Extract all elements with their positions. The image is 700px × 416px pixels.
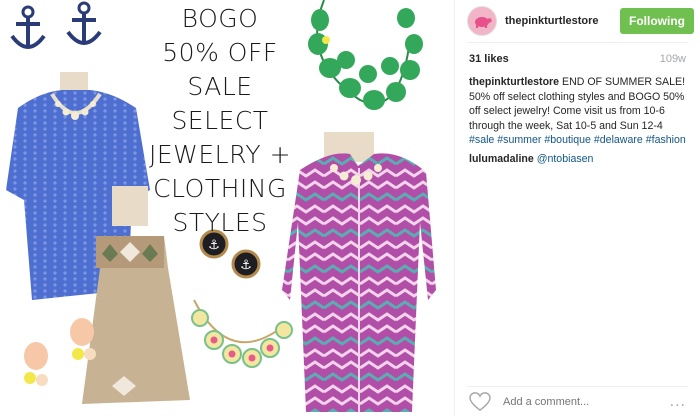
hashtag-link[interactable]: #summer <box>497 134 541 146</box>
chevron-tunic <box>282 132 436 413</box>
comment-username[interactable]: lulumadaline <box>469 153 534 165</box>
green-necklace <box>308 0 423 110</box>
post-time[interactable]: 109w <box>660 53 686 65</box>
hashtag-link[interactable]: #boutique <box>544 134 591 146</box>
caption-username[interactable]: thepinkturtlestore <box>469 76 559 88</box>
svg-text:⚓: ⚓ <box>240 258 252 273</box>
following-button[interactable]: Following <box>620 8 694 34</box>
promo-line: JEWELRY + <box>148 140 292 169</box>
post-caption: thepinkturtlestore END OF SUMMER SALE! 5… <box>455 65 700 148</box>
anchor-earring-icon <box>66 1 102 45</box>
daisy-necklace <box>191 299 293 368</box>
comment-mention-link[interactable]: @ntobiasen <box>537 153 594 165</box>
post-sidebar: thepinkturtlestore Following 31 likes 10… <box>454 0 700 416</box>
svg-text:⚓: ⚓ <box>208 238 220 253</box>
hashtag-link[interactable]: #sale <box>469 134 494 146</box>
promo-line: STYLES <box>172 208 268 237</box>
avatar[interactable] <box>467 6 497 36</box>
anchor-earring-icon <box>10 5 46 49</box>
promo-line: BOGO <box>181 4 259 33</box>
comment-item: lulumadaline @ntobiasen <box>455 148 700 166</box>
hashtag-link[interactable]: #delaware <box>594 134 643 146</box>
comment-bar: ... <box>467 386 688 416</box>
add-comment-input[interactable] <box>503 395 670 408</box>
likes-row: 31 likes 109w <box>455 43 700 65</box>
post-header: thepinkturtlestore Following <box>455 0 700 42</box>
promo-text: BOGO 50% OFF SALE SELECT JEWELRY + CLOTH… <box>140 2 300 240</box>
hashtag-link[interactable]: #fashion <box>646 134 686 146</box>
post-photo[interactable]: ⚓ ⚓ BOGO 50% OFF SALE SELECT JEWELRY + C… <box>0 0 454 416</box>
turtle-logo-icon <box>475 17 492 28</box>
promo-line: 50% OFF <box>162 38 278 67</box>
more-options-icon[interactable]: ... <box>670 393 688 411</box>
likes-count[interactable]: 31 likes <box>469 53 509 65</box>
pastel-earrings <box>24 318 96 386</box>
promo-line: SALE SELECT <box>171 72 269 135</box>
heart-icon[interactable] <box>469 391 491 412</box>
post-username[interactable]: thepinkturtlestore <box>505 15 599 27</box>
promo-line: CLOTHING <box>153 174 287 203</box>
